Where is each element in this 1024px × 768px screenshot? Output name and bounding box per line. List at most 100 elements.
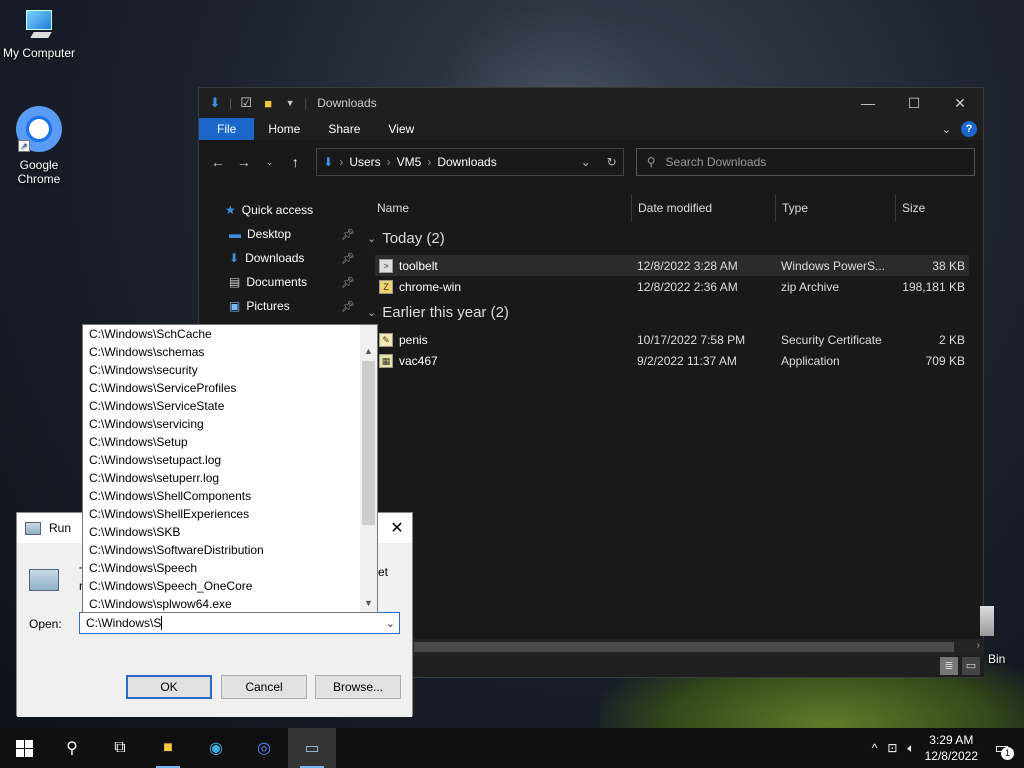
autocomplete-item[interactable]: C:\Windows\Speech: [83, 559, 377, 577]
tab-home[interactable]: Home: [254, 118, 314, 140]
group-header-today[interactable]: ⌄ Today (2): [367, 230, 445, 247]
address-dropdown-icon[interactable]: ⌄: [581, 155, 591, 169]
nav-item-desktop[interactable]: ▬ Desktop 📌︎: [199, 222, 359, 246]
file-row[interactable]: Zchrome-win 12/8/2022 2:36 AM zip Archiv…: [375, 276, 969, 297]
autocomplete-scrollbar[interactable]: ▲ ▼: [360, 325, 377, 612]
pin-icon[interactable]: 📌︎: [341, 228, 355, 241]
start-button[interactable]: [0, 728, 48, 768]
zip-file-icon: Z: [379, 279, 393, 294]
up-icon[interactable]: ↑: [284, 154, 306, 170]
column-type[interactable]: Type: [775, 194, 808, 222]
breadcrumb-vm5[interactable]: VM5: [397, 155, 422, 169]
autocomplete-item[interactable]: C:\Windows\schemas: [83, 343, 377, 361]
refresh-icon[interactable]: ↻: [607, 155, 617, 169]
close-button[interactable]: ✕: [937, 88, 983, 118]
run-description-end: et: [377, 565, 388, 579]
column-date-modified[interactable]: Date modified: [631, 194, 712, 222]
file-type: Security Certificate: [781, 332, 882, 347]
system-tray: ^ ⊡ 🔈︎ 3:29 AM 12/8/2022 ▭ 1: [872, 732, 1024, 764]
nav-quick-access[interactable]: ★ Quick access: [199, 198, 359, 222]
autocomplete-item[interactable]: C:\Windows\setuperr.log: [83, 469, 377, 487]
autocomplete-item[interactable]: C:\Windows\ServiceProfiles: [83, 379, 377, 397]
task-view-button[interactable]: ⧉: [96, 728, 144, 768]
open-input[interactable]: C:\Windows\S ⌄: [79, 612, 400, 634]
autocomplete-item[interactable]: C:\Windows\setupact.log: [83, 451, 377, 469]
nav-label: Documents: [246, 275, 308, 289]
close-icon[interactable]: ✕: [382, 518, 412, 538]
chevron-up-icon[interactable]: ^: [872, 741, 878, 755]
collapse-icon: ⌄: [367, 233, 377, 245]
search-button[interactable]: ⚲: [48, 728, 96, 768]
desktop-icon-my-computer[interactable]: My Computer: [0, 10, 78, 60]
nav-item-downloads[interactable]: ⬇ Downloads 📌︎: [199, 246, 359, 270]
notification-center-button[interactable]: ▭ 1: [988, 734, 1016, 762]
scroll-up-icon[interactable]: ▲: [360, 343, 377, 360]
tab-file[interactable]: File: [199, 118, 255, 140]
autocomplete-item[interactable]: C:\Windows\Speech_OneCore: [83, 577, 377, 595]
scroll-thumb[interactable]: [362, 361, 375, 525]
breadcrumb-users[interactable]: Users: [349, 155, 380, 169]
autocomplete-item[interactable]: C:\Windows\ShellComponents: [83, 487, 377, 505]
details-view-icon[interactable]: ≣: [940, 657, 958, 675]
collapse-icon: ⌄: [367, 307, 377, 319]
properties-icon[interactable]: ☑: [238, 95, 254, 111]
clock[interactable]: 3:29 AM 12/8/2022: [925, 732, 978, 764]
autocomplete-item[interactable]: C:\Windows\Setup: [83, 433, 377, 451]
autocomplete-item[interactable]: C:\Windows\SKB: [83, 523, 377, 541]
expand-ribbon-icon[interactable]: ⌄: [942, 123, 951, 136]
tab-share[interactable]: Share: [314, 118, 374, 140]
volume-icon[interactable]: 🔈︎: [907, 741, 914, 756]
back-icon[interactable]: ←: [207, 154, 229, 170]
customize-toolbar-icon[interactable]: ▼: [282, 95, 298, 111]
file-size: 38 KB: [932, 258, 965, 273]
ok-button[interactable]: OK: [126, 675, 212, 699]
browse-button[interactable]: Browse...: [315, 675, 401, 699]
tab-view[interactable]: View: [374, 118, 428, 140]
chevron-down-icon[interactable]: ⌄: [386, 617, 395, 630]
new-folder-icon[interactable]: ■: [260, 95, 276, 111]
column-size[interactable]: Size: [895, 194, 925, 222]
nav-item-documents[interactable]: ▤ Documents 📌︎: [199, 270, 359, 294]
scroll-down-icon[interactable]: ▼: [360, 595, 377, 612]
nav-item-pictures[interactable]: ▣ Pictures 📌︎: [199, 294, 359, 318]
network-icon[interactable]: ⊡: [887, 741, 897, 755]
autocomplete-item[interactable]: C:\Windows\splwow64.exe: [83, 595, 377, 612]
pin-icon[interactable]: 📌︎: [341, 300, 355, 313]
taskbar-run[interactable]: ▭: [288, 728, 336, 768]
autocomplete-item[interactable]: C:\Windows\SchCache: [83, 325, 377, 343]
taskbar-chrome[interactable]: ◎: [240, 728, 288, 768]
autocomplete-item[interactable]: C:\Windows\security: [83, 361, 377, 379]
pin-icon[interactable]: 📌︎: [341, 252, 355, 265]
scroll-right-icon[interactable]: ›: [977, 640, 980, 651]
file-row[interactable]: ✎ penis 10/17/2022 7:58 PM Security Certi…: [375, 329, 969, 350]
autocomplete-item[interactable]: C:\Windows\ServiceState: [83, 397, 377, 415]
taskbar-edge[interactable]: ◉: [192, 728, 240, 768]
search-box[interactable]: ⚲ Search Downloads: [635, 148, 975, 176]
help-icon[interactable]: ?: [961, 121, 977, 137]
file-type: Windows PowerS...: [781, 258, 886, 273]
taskbar: ⚲ ⧉ ■ ◉ ◎ ▭ ^ ⊡ 🔈︎ 3:29 AM 12/8/2022 ▭ 1: [0, 728, 1024, 768]
desktop-icon-google-chrome[interactable]: ↗ Google Chrome: [0, 106, 78, 186]
forward-icon[interactable]: →: [233, 154, 255, 170]
autocomplete-item[interactable]: C:\Windows\SoftwareDistribution: [83, 541, 377, 559]
autocomplete-item[interactable]: C:\Windows\ShellExperiences: [83, 505, 377, 523]
breadcrumb-downloads[interactable]: Downloads: [437, 155, 496, 169]
address-bar[interactable]: ⬇ › Users › VM5 › Downloads ⌄ ↻: [316, 148, 624, 176]
column-name[interactable]: Name: [371, 194, 409, 222]
chrome-icon: ↗: [16, 106, 62, 152]
pin-icon[interactable]: 📌︎: [341, 276, 355, 289]
file-row[interactable]: > toolbelt 12/8/2022 3:28 AM Windows Powe…: [375, 255, 969, 276]
file-size: 2 KB: [938, 332, 965, 347]
autocomplete-item[interactable]: C:\Windows\servicing: [83, 415, 377, 433]
taskbar-file-explorer[interactable]: ■: [144, 728, 192, 768]
run-button-bar: OK Cancel Browse...: [17, 667, 412, 717]
downloads-folder-icon: ⬇: [323, 155, 334, 169]
minimize-button[interactable]: —: [845, 88, 891, 118]
group-header-earlier-this-year[interactable]: ⌄ Earlier this year (2): [367, 304, 509, 321]
recent-locations-icon[interactable]: ⌄: [259, 157, 281, 168]
maximize-button[interactable]: ☐: [891, 88, 937, 118]
file-row[interactable]: ▦ vac467 9/2/2022 11:37 AM Application 70…: [375, 350, 969, 371]
large-icons-view-icon[interactable]: ▭: [962, 657, 980, 675]
recycle-bin-icon[interactable]: [980, 606, 994, 636]
cancel-button[interactable]: Cancel: [221, 675, 307, 699]
